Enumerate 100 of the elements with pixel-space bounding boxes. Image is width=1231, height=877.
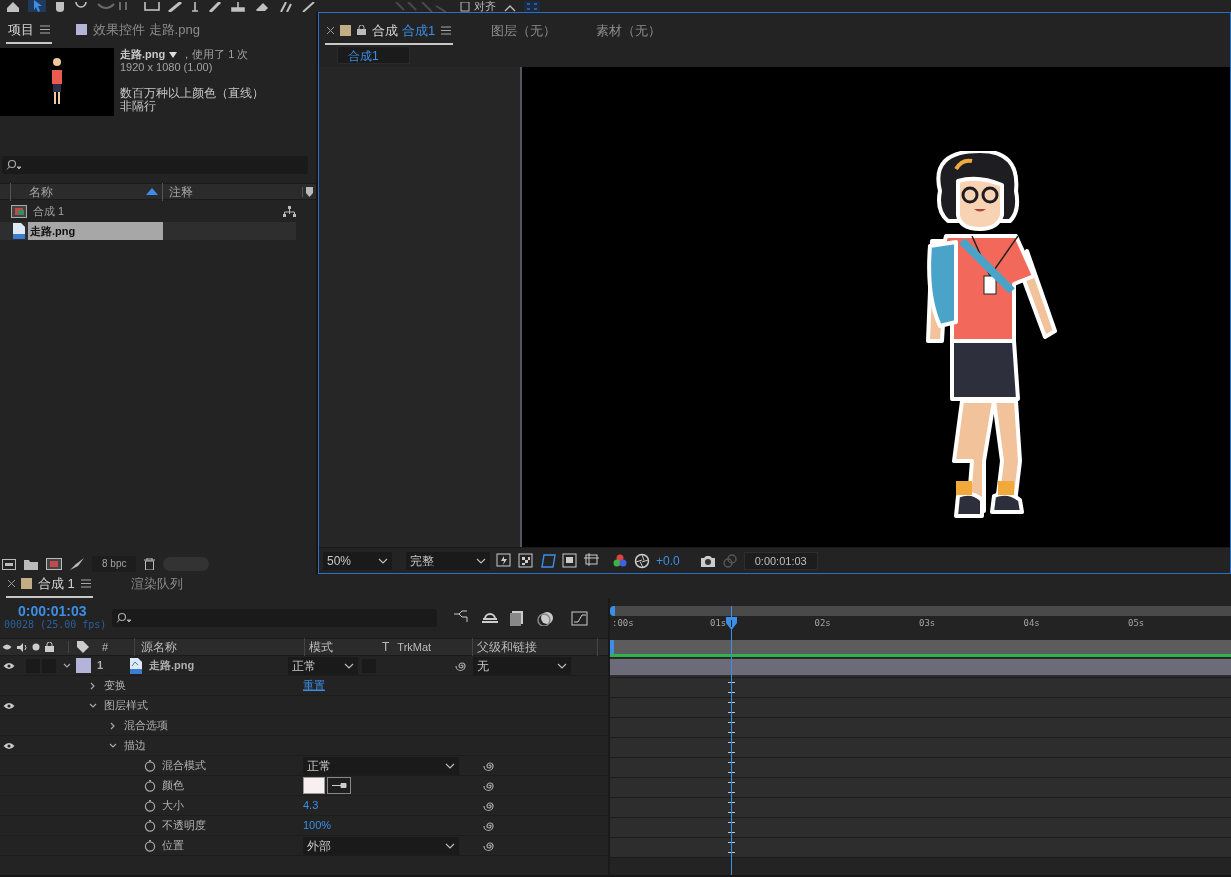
rocket-icon[interactable]	[70, 558, 84, 570]
column-header[interactable]: 父级和链接	[477, 638, 537, 656]
property-dropdown[interactable]: 正常	[303, 756, 459, 775]
column-header[interactable]: 模式	[309, 638, 333, 656]
property-value[interactable]: 4.3	[303, 797, 319, 814]
spiral-icon[interactable]	[483, 779, 495, 792]
caret-icon[interactable]	[557, 662, 567, 669]
caret-icon[interactable]	[344, 662, 354, 669]
menu-icon[interactable]	[80, 578, 91, 588]
pen-tool-icon[interactable]	[168, 2, 182, 12]
tag-icon[interactable]	[306, 186, 313, 197]
resolution-dropdown[interactable]: 完整	[406, 551, 490, 570]
spiral-icon[interactable]	[455, 659, 467, 672]
mask-path-icon[interactable]	[540, 552, 556, 569]
playhead-handle-icon[interactable]	[726, 617, 737, 630]
project-item-name[interactable]: 走路.png	[28, 222, 163, 240]
spiral-icon[interactable]	[483, 839, 495, 852]
label-tag-icon[interactable]	[77, 641, 89, 653]
graph-editor-icon[interactable]	[571, 610, 589, 626]
hand-icon[interactable]	[54, 2, 66, 12]
current-time[interactable]: 0:00:01:03	[4, 604, 112, 618]
eyedropper-icon[interactable]	[327, 777, 351, 794]
new-composition-icon[interactable]	[46, 558, 62, 570]
spiral-icon[interactable]	[483, 799, 495, 812]
playhead-line[interactable]	[731, 606, 732, 875]
transparency-grid-icon[interactable]	[518, 552, 534, 569]
mode-dropdown[interactable]: 正常	[288, 656, 358, 675]
trash-icon[interactable]	[144, 558, 156, 570]
stopwatch-icon[interactable]	[144, 799, 156, 812]
viewer-tab[interactable]: 素材（无）	[594, 20, 664, 45]
property-dropdown[interactable]: 外部	[303, 836, 459, 855]
eye-icon[interactable]	[3, 661, 15, 670]
search-field[interactable]	[2, 156, 308, 174]
video-switch-icon[interactable]	[2, 643, 12, 651]
rectangle-tool-icon[interactable]	[144, 2, 160, 12]
interpret-footage-icon[interactable]	[2, 558, 16, 570]
align-checkbox[interactable]	[460, 2, 470, 12]
column-header[interactable]: 名称	[29, 182, 53, 201]
flowchart-icon[interactable]	[283, 205, 296, 217]
column-header[interactable]: T	[382, 638, 390, 656]
grid-guides-icon[interactable]	[584, 552, 600, 569]
search-icon[interactable]	[116, 612, 132, 624]
motion-blur-icon[interactable]	[537, 610, 555, 626]
sort-ascending-icon[interactable]	[146, 188, 158, 195]
puppet-tool-icon[interactable]	[278, 2, 294, 12]
draft-3d-icon[interactable]	[481, 610, 499, 626]
color-channels-icon[interactable]	[612, 552, 628, 569]
timeline-tab[interactable]: 合成 1	[6, 573, 93, 598]
stamp-tool-icon[interactable]	[230, 2, 246, 12]
stopwatch-icon[interactable]	[144, 759, 156, 772]
audio-switch-icon[interactable]	[17, 642, 27, 652]
close-icon[interactable]	[327, 26, 334, 34]
selection-tool-icon[interactable]	[28, 0, 46, 12]
panel-tab[interactable]: 项目	[6, 19, 52, 44]
layer-name[interactable]: 走路.png	[143, 657, 288, 674]
column-header[interactable]: 注释	[169, 182, 193, 201]
column-header[interactable]: 源名称	[141, 638, 177, 656]
composition-breadcrumb[interactable]: 合成1	[337, 46, 410, 64]
column-header[interactable]: #	[102, 638, 109, 656]
brush-tool-icon[interactable]	[208, 2, 222, 12]
viewer-tab[interactable]: 图层（无）	[489, 20, 559, 45]
stopwatch-icon[interactable]	[144, 819, 156, 832]
spiral-icon[interactable]	[483, 759, 495, 772]
menu-icon[interactable]	[441, 25, 452, 35]
layer-search-field[interactable]	[112, 609, 437, 627]
reset-link[interactable]: 重置	[303, 677, 325, 694]
current-time-display[interactable]: 0:00:01:03	[743, 551, 818, 570]
project-item-name[interactable]: 合成 1	[31, 202, 65, 220]
bit-depth-button[interactable]: 8 bpc	[92, 556, 137, 572]
timeline-tab[interactable]: 渲染队列	[128, 573, 185, 598]
region-of-interest-icon[interactable]	[562, 552, 578, 569]
folder-icon[interactable]	[24, 558, 38, 570]
caret-icon[interactable]	[445, 762, 455, 769]
aperture-icon[interactable]	[634, 552, 650, 569]
caret-icon[interactable]	[378, 557, 388, 564]
label-color-swatch[interactable]	[76, 658, 91, 673]
caret-icon[interactable]	[476, 557, 486, 564]
stopwatch-icon[interactable]	[144, 779, 156, 792]
eye-icon[interactable]	[3, 701, 15, 710]
stopwatch-icon[interactable]	[144, 839, 156, 852]
spiral-icon[interactable]	[483, 819, 495, 832]
zoom-dropdown[interactable]: 50%	[323, 551, 392, 570]
lock-icon[interactable]	[357, 25, 366, 36]
solo-switch-icon[interactable]	[32, 643, 40, 651]
close-icon[interactable]	[8, 579, 15, 587]
search-icon[interactable]	[6, 159, 22, 171]
parent-dropdown[interactable]: 无	[473, 656, 571, 675]
column-header[interactable]: TrkMat	[397, 638, 432, 656]
property-value[interactable]: 100%	[303, 817, 332, 834]
dropdown-caret-icon[interactable]	[169, 51, 178, 58]
lock-switch-icon[interactable]	[45, 642, 54, 652]
color-swatch[interactable]	[303, 777, 325, 794]
eye-icon[interactable]	[3, 741, 15, 750]
panel-tab[interactable]: 效果控件 走路.png	[74, 19, 202, 44]
menu-icon[interactable]	[40, 24, 50, 34]
caret-icon[interactable]	[445, 842, 455, 849]
fast-previews-icon[interactable]	[496, 552, 512, 569]
pin-tool-icon[interactable]	[302, 2, 316, 12]
exposure-value[interactable]: +0.0	[656, 551, 680, 570]
text-tool-icon[interactable]	[190, 2, 200, 12]
